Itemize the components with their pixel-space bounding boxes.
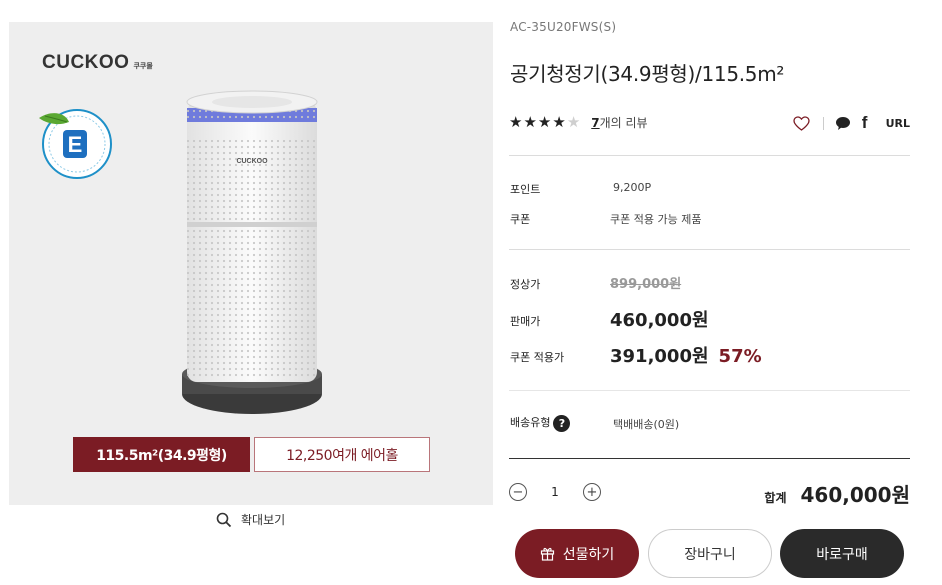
regular-price-value: 899,000원 [610, 277, 682, 292]
product-title: 공기청정기(34.9평형)/115.5m² [510, 62, 785, 86]
total-label: 합계 [764, 491, 787, 505]
discount-rate: 57% [718, 346, 762, 367]
device-logo: CUCKOO [236, 158, 268, 165]
review-suffix: 개의 리뷰 [599, 115, 648, 130]
url-copy-button[interactable]: URL [886, 117, 910, 130]
sale-price-label: 판매가 [510, 315, 541, 328]
brand-sub: 쿠쿠몰 [133, 62, 153, 70]
divider [509, 458, 910, 459]
wishlist-heart-icon[interactable] [791, 113, 813, 133]
magnifier-icon [216, 512, 232, 527]
talk-share-icon[interactable] [832, 113, 854, 133]
coupon-price-value: 391,000원 [610, 346, 709, 367]
review-count: 7 [591, 115, 600, 130]
review-link[interactable]: 7개의 리뷰 [591, 114, 647, 131]
point-label: 포인트 [510, 183, 541, 196]
quantity-minus-button[interactable]: − [509, 483, 527, 501]
brand-logo: CUCKOO 쿠쿠몰 [42, 52, 153, 74]
star-icon: ★ [552, 113, 567, 131]
facebook-share-icon[interactable]: f [854, 113, 876, 133]
order-total: 합계 460,000원 [764, 479, 910, 508]
share-toolbar: f URL [791, 113, 910, 133]
svg-text:E: E [68, 132, 83, 157]
airhole-tag: 12,250여개 에어홀 [254, 437, 430, 472]
cart-button-label: 장바구니 [684, 546, 736, 563]
area-tag: 115.5m²(34.9평형) [73, 437, 250, 472]
quantity-stepper: − 1 + [509, 483, 601, 501]
divider [509, 155, 910, 156]
buy-now-button-label: 바로구매 [816, 546, 868, 563]
help-icon[interactable]: ? [553, 414, 571, 432]
eco-certification-badge-icon: E [39, 109, 112, 179]
divider [509, 390, 910, 391]
delivery-type: 배송유형? [510, 414, 571, 432]
gift-button-label: 선물하기 [562, 546, 615, 563]
rating-stars: ★★★★★ [509, 113, 581, 131]
coupon-label: 쿠폰 [510, 213, 531, 226]
model-number: AC-35U20FWS(S) [510, 20, 617, 34]
gift-button[interactable]: 선물하기 [515, 529, 639, 578]
coupon-value: 쿠폰 적용 가능 제품 [610, 213, 702, 226]
product-image-panel[interactable]: CUCKOO 쿠쿠몰 E CUCKOO 115.5m²(34.9평형) 12,2… [9, 22, 493, 505]
regular-price-label: 정상가 [510, 278, 541, 291]
rating: ★★★★★ 7개의 리뷰 [509, 113, 648, 131]
delivery-value: 택배배송(0원) [613, 418, 680, 431]
total-value: 460,000원 [800, 483, 911, 507]
star-icon: ★ [523, 113, 538, 131]
sale-price-value: 460,000원 [610, 310, 709, 331]
coupon-price-label: 쿠폰 적용가 [510, 351, 565, 364]
divider [509, 249, 910, 250]
quantity-plus-button[interactable]: + [583, 483, 601, 501]
product-detail-page: CUCKOO 쿠쿠몰 E CUCKOO 115.5m²(34.9평형) 12,2… [0, 0, 942, 585]
buy-now-button[interactable]: 바로구매 [780, 529, 904, 578]
star-icon: ★ [509, 113, 524, 131]
zoom-button[interactable]: 확대보기 [216, 511, 285, 528]
gift-icon [540, 547, 554, 561]
star-empty-icon: ★ [566, 113, 582, 131]
divider [822, 116, 824, 130]
quantity-value[interactable]: 1 [527, 485, 583, 499]
star-icon: ★ [537, 113, 553, 131]
air-purifier-image: CUCKOO [182, 90, 322, 414]
cart-button[interactable]: 장바구니 [648, 529, 772, 578]
delivery-label: 배송유형 [510, 416, 551, 429]
point-value: 9,200P [613, 181, 652, 194]
zoom-label: 확대보기 [241, 513, 286, 527]
brand-name: CUCKOO [42, 52, 130, 73]
